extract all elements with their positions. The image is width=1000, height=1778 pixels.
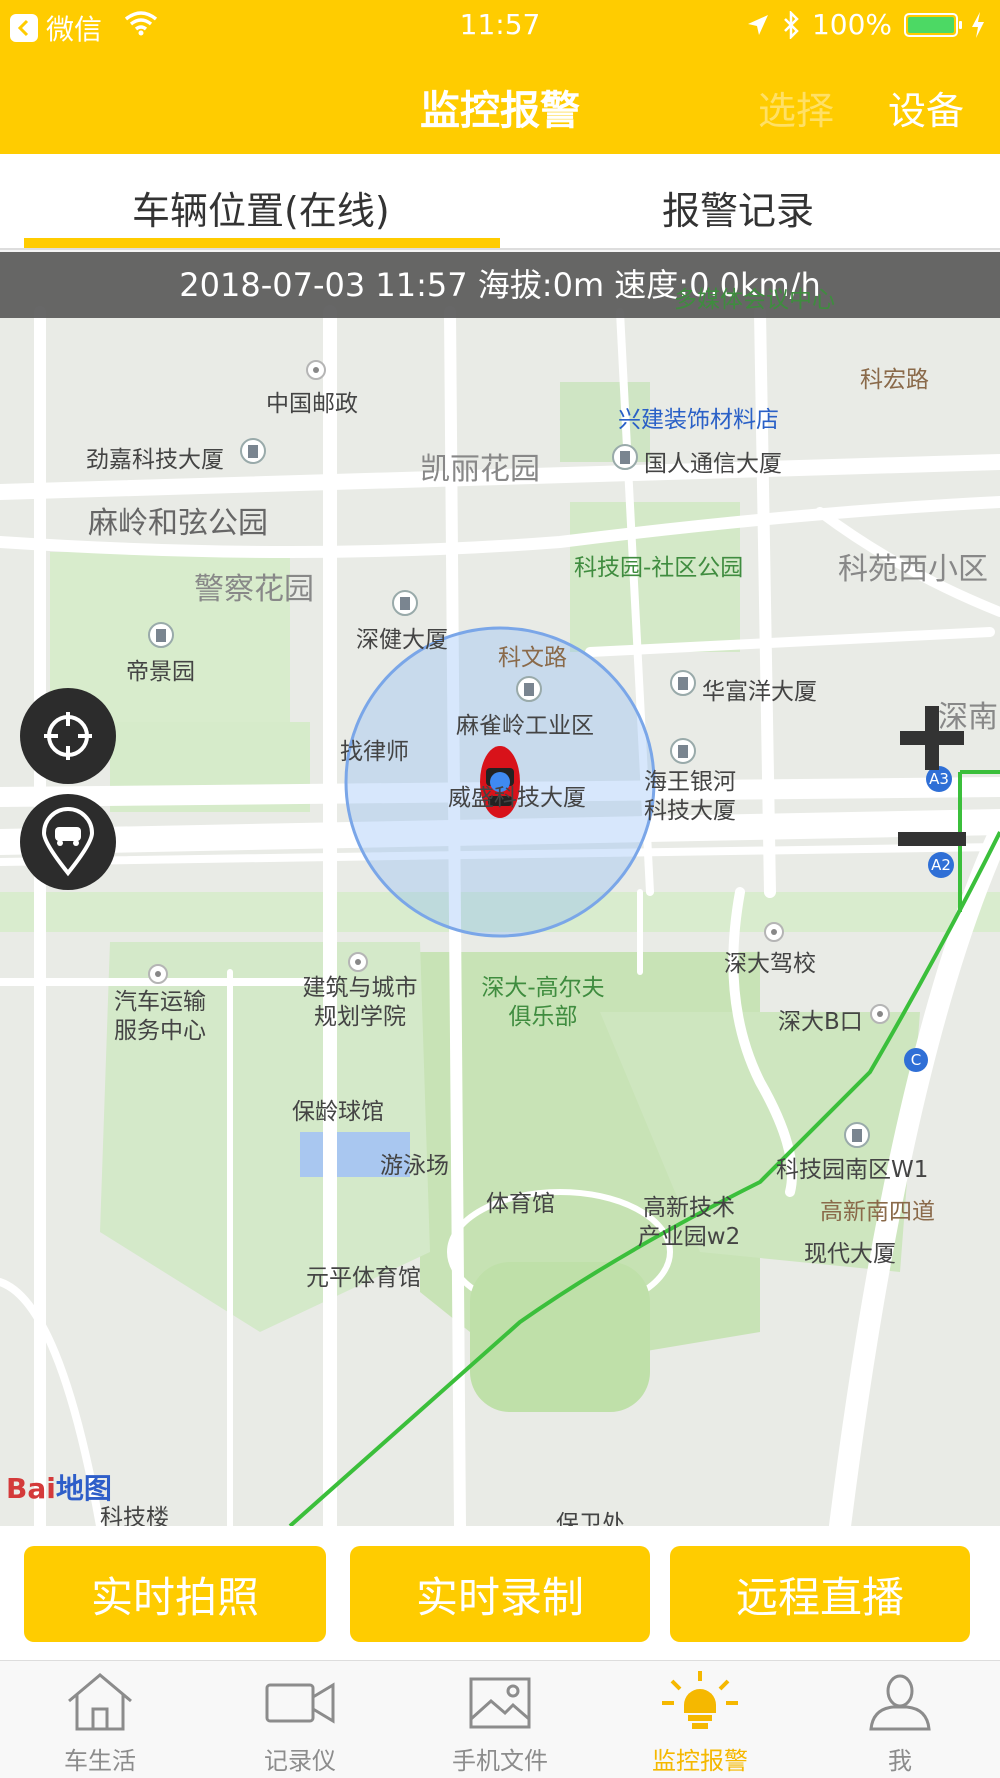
map-label: 深大-高尔夫 俱乐部 (481, 975, 605, 1030)
vehicle-location-icon[interactable] (20, 794, 116, 890)
map-label: 深大B口 (778, 1009, 863, 1035)
map-label: 科宏路 (860, 367, 929, 393)
poi-dot-icon (870, 1004, 890, 1024)
location-arrow-icon (747, 14, 768, 35)
map-label: 科技园南区W1 (776, 1157, 929, 1183)
tab-active-indicator (24, 238, 500, 248)
map-label: 体育馆 (486, 1191, 555, 1217)
nav-bar: 监控报警 选择 设备 (0, 50, 1000, 154)
tabbar-label: 记录仪 (264, 1747, 336, 1775)
map-label: 兴建装饰材料店 (618, 407, 779, 433)
action-bar: 实时拍照 实时录制 远程直播 (0, 1526, 1000, 1660)
map-label: 警察花园 (194, 572, 314, 607)
bluetooth-icon (784, 10, 799, 39)
map-label: 帝景园 (126, 659, 195, 685)
tab-vehicle-position[interactable]: 车辆位置(在线) (132, 180, 390, 235)
map-label: 科技园-社区公园 (574, 555, 744, 581)
building-icon (612, 444, 638, 470)
building-icon (148, 622, 174, 648)
map-label: 找律师 (340, 739, 409, 765)
tabbar-item-monitor-alarm[interactable]: 监控报警 (620, 1671, 780, 1776)
map-label: 中国邮政 (266, 391, 358, 417)
baidu-map-logo: Bai地图 (6, 1472, 112, 1505)
map-label: 深大驾校 (724, 951, 816, 977)
map-view[interactable]: 2018-07-03 11:57 海拔:0m 速度:0.0km/h 多媒体会议中… (0, 252, 1000, 1526)
tabbar-item-recorder[interactable]: 记录仪 (220, 1671, 380, 1776)
select-button[interactable]: 选择 (758, 80, 834, 135)
map-label: 劲嘉科技大厦 (86, 447, 224, 473)
map-label: 现代大厦 (804, 1241, 896, 1267)
tabbar-label: 我 (888, 1747, 912, 1775)
realtime-photo-button[interactable]: 实时拍照 (24, 1546, 326, 1642)
battery-icon (904, 12, 962, 37)
tabbar-item-car-life[interactable]: 车生活 (20, 1671, 180, 1776)
building-icon (844, 1122, 870, 1148)
map-label: 建筑与城市 规划学院 (302, 975, 418, 1030)
map-label: 麻岭和弦公园 (88, 506, 268, 541)
map-label: 科苑西小区 (838, 552, 988, 587)
map-label: 汽车运输 服务中心 (114, 989, 206, 1044)
poi-dot-icon (148, 964, 168, 984)
alarm-light-icon (662, 1671, 738, 1729)
image-icon (469, 1677, 531, 1729)
metro-badge-c: C (904, 1048, 928, 1072)
tabbar-item-me[interactable]: 我 (820, 1671, 980, 1776)
building-icon (670, 670, 696, 696)
map-label: 国人通信大厦 (644, 451, 782, 477)
video-camera-icon (265, 1682, 335, 1724)
map-label: 凯丽花园 (420, 452, 540, 487)
tab-alarm-records[interactable]: 报警记录 (662, 180, 814, 235)
remote-live-button[interactable]: 远程直播 (670, 1546, 970, 1642)
locate-target-icon[interactable] (20, 688, 116, 784)
map-label: 保龄球馆 (292, 1099, 384, 1125)
realtime-record-button[interactable]: 实时录制 (350, 1546, 650, 1642)
building-icon (670, 738, 696, 764)
zoom-in-icon[interactable] (894, 700, 970, 780)
building-icon (516, 676, 542, 702)
bottom-tab-bar: 车生活 记录仪 手机文件 监控报警 我 (0, 1660, 1000, 1778)
map-label: 高新技术 产业园w2 (637, 1195, 741, 1250)
tabbar-label: 车生活 (64, 1747, 136, 1775)
zoom-out-icon[interactable] (894, 824, 970, 858)
tabbar-item-phone-files[interactable]: 手机文件 (420, 1671, 580, 1776)
map-label: 高新南四道 (820, 1199, 935, 1225)
home-icon (68, 1673, 132, 1731)
poi-dot-icon (306, 360, 326, 380)
status-bar: 微信 11:57 100% (0, 0, 1000, 50)
battery-percent: 100% (811, 8, 892, 41)
map-label: 威盛科技大厦 (448, 785, 586, 811)
page-title: 监控报警 (420, 88, 580, 134)
map-label: 海王银河 科技大厦 (644, 769, 736, 824)
tabbar-label: 手机文件 (452, 1747, 548, 1775)
segment-tabs: 车辆位置(在线) 报警记录 (0, 154, 1000, 250)
building-icon (392, 590, 418, 616)
poi-dot-icon (348, 952, 368, 972)
device-button[interactable]: 设备 (888, 80, 964, 135)
map-label: 华富洋大厦 (702, 679, 817, 705)
vehicle-info-strip: 2018-07-03 11:57 海拔:0m 速度:0.0km/h (0, 252, 1000, 318)
poi-dot-icon (764, 922, 784, 942)
map-label: 保卫处 (556, 1511, 625, 1526)
building-icon (240, 438, 266, 464)
map-label: 麻雀岭工业区 (456, 713, 594, 739)
user-icon (869, 1674, 931, 1731)
tabbar-label: 监控报警 (652, 1747, 748, 1775)
map-label: 游泳场 (380, 1153, 449, 1179)
map-label: 多媒体会议中心 (674, 287, 835, 313)
map-label: 科文路 (498, 645, 567, 671)
map-label: 深健大厦 (356, 627, 448, 653)
map-label: 元平体育馆 (306, 1265, 421, 1291)
charging-icon (972, 11, 984, 38)
